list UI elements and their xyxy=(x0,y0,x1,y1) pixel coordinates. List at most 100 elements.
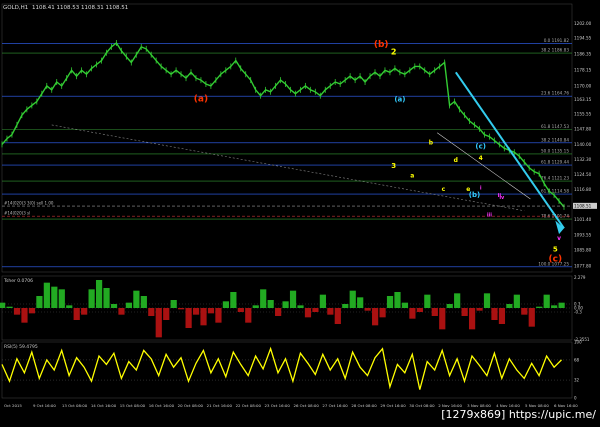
trend-support-line xyxy=(51,124,525,212)
wave-label: d xyxy=(454,157,458,164)
osc-bar xyxy=(88,289,95,308)
y-tick-label: 1116.80 xyxy=(574,187,592,192)
osc-panel: Tsher 0.07062.2790.30.00-0.3-2.3551 xyxy=(0,275,590,342)
wave-label: (a) xyxy=(194,95,208,105)
y-tick-label: 1101.40 xyxy=(574,217,592,222)
osc-bar xyxy=(125,302,133,308)
chart-ohlc: 1108.41 1108.53 1108.31 1108.51 xyxy=(32,5,128,11)
rsi-y-tick: 0 xyxy=(574,396,577,401)
rsi-y-tick: 68 xyxy=(574,357,580,362)
osc-bar xyxy=(36,296,43,308)
osc-bar xyxy=(103,288,110,308)
x-tick-label: 22 Oct 08:00 xyxy=(236,403,262,408)
x-tick-label: 14 Oct 16:00 xyxy=(91,403,117,408)
y-tick-label: 1085.80 xyxy=(574,248,592,253)
x-tick-label: Oct 2015 xyxy=(4,403,22,408)
osc-bar xyxy=(312,308,319,312)
osc-bar xyxy=(267,300,274,308)
fib-level-label: 61.8 1129.44 xyxy=(541,160,569,165)
osc-bar xyxy=(192,308,200,315)
x-tick-label: 23 Oct 16:00 xyxy=(265,403,291,408)
x-tick-label: 16 Oct 16:00 xyxy=(149,403,175,408)
osc-bar xyxy=(66,305,73,308)
osc-bar xyxy=(0,302,6,308)
x-tick-label: 30 Oct 08:00 xyxy=(409,403,435,408)
rsi-panel: RSI(5) 59.4795 100 68 32 0 xyxy=(1,340,582,401)
osc-bar xyxy=(73,308,80,320)
osc-bar xyxy=(483,293,491,308)
osc-y-tick: 2.279 xyxy=(574,275,586,280)
osc-title: Tsher 0.0706 xyxy=(3,278,33,284)
fib-level-label: 38.2 1140.84 xyxy=(541,137,569,142)
y-tick-label: 1140.00 xyxy=(574,142,592,147)
osc-bar xyxy=(148,308,155,316)
wave-label: i xyxy=(480,185,482,191)
y-tick-label: 1077.80 xyxy=(574,263,592,268)
osc-bar xyxy=(289,290,297,308)
y-tick-label: 1178.15 xyxy=(574,68,592,73)
y-tick-label: 1186.35 xyxy=(574,52,592,57)
osc-bar xyxy=(528,308,535,327)
osc-bar xyxy=(163,308,170,320)
osc-bar xyxy=(416,308,423,312)
position-line-label: #14(020)3 sl xyxy=(4,211,30,216)
wave-label: a xyxy=(410,173,414,180)
osc-bar xyxy=(342,304,349,308)
y-tick-label: 1132.30 xyxy=(574,157,592,162)
y-tick-label: 1170.00 xyxy=(574,83,592,88)
main-frame xyxy=(1,3,573,273)
osc-bar xyxy=(237,308,244,312)
wave-label: 4 xyxy=(479,155,483,162)
osc-bar xyxy=(170,300,177,308)
osc-bar xyxy=(491,308,498,320)
osc-bar xyxy=(461,308,468,316)
wave-label: iv xyxy=(499,195,505,201)
osc-bar xyxy=(558,302,565,308)
osc-bar xyxy=(424,294,431,308)
x-tick-label: 29 Oct 16:00 xyxy=(380,403,406,408)
osc-bar xyxy=(394,292,401,308)
y-tick-label: 1147.80 xyxy=(574,127,592,132)
wave-label: 5 xyxy=(553,246,558,254)
osc-bar xyxy=(178,308,185,310)
wave-label: 3 xyxy=(391,162,396,170)
osc-bar xyxy=(260,289,267,308)
osc-bar xyxy=(133,290,140,308)
osc-bar xyxy=(327,308,334,315)
x-tick-label: 13 Oct 08:00 xyxy=(62,403,88,408)
osc-bar xyxy=(379,308,386,318)
osc-bar xyxy=(222,301,230,308)
wave-label: (b) xyxy=(469,191,480,199)
osc-bar xyxy=(551,305,558,308)
y-tick-label: 1194.55 xyxy=(574,36,592,41)
y-tick-label: 1163.15 xyxy=(574,97,592,102)
x-tick-label: 20 Oct 08:00 xyxy=(178,403,204,408)
wave-label: e xyxy=(466,186,470,193)
osc-bar xyxy=(95,280,103,308)
osc-bar xyxy=(245,308,252,323)
osc-bar xyxy=(349,290,356,308)
osc-bar xyxy=(297,305,304,308)
osc-bar xyxy=(282,301,289,308)
watermark-text: [1279x869] https://upic.me/ xyxy=(441,408,596,421)
osc-bar xyxy=(409,308,416,319)
osc-bar xyxy=(304,308,312,318)
osc-bar xyxy=(476,308,483,311)
osc-bar xyxy=(185,308,192,328)
fib-level-label: 0.0 1191.82 xyxy=(544,38,570,43)
osc-bar xyxy=(506,304,513,308)
wave-label: v xyxy=(557,235,561,242)
wave-label: 2 xyxy=(391,48,397,57)
osc-bar xyxy=(275,308,282,316)
rsi-y-tick: 100 xyxy=(574,340,582,345)
fib-level-label: 61.8 1147.53 xyxy=(541,124,569,129)
fib-level-label: 76.4 1121.23 xyxy=(541,176,569,181)
wave-label: (b) xyxy=(374,40,389,50)
osc-bar xyxy=(155,308,162,338)
osc-bar xyxy=(513,294,520,308)
wave-label: b xyxy=(429,139,434,146)
osc-bar xyxy=(58,289,65,308)
y-tick-label: 1124.50 xyxy=(574,172,592,177)
rsi-line xyxy=(1,346,562,390)
x-tick-label: 28 Oct 08:00 xyxy=(351,403,377,408)
